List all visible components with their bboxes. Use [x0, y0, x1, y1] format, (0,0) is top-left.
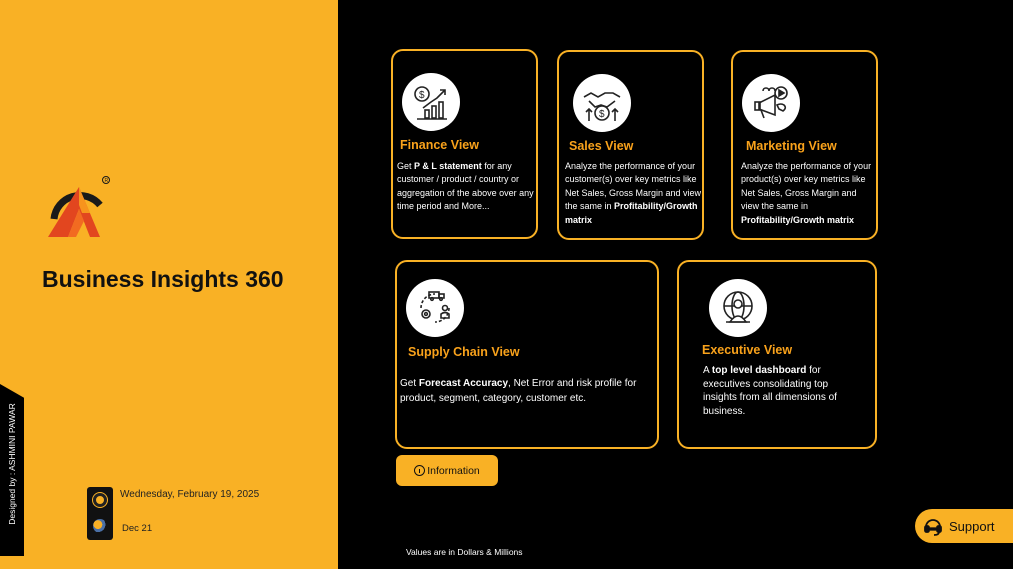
data-period-icon [93, 519, 107, 533]
sales-view-title: Sales View [569, 139, 634, 153]
data-period: Dec 21 [122, 523, 153, 534]
values-note: Values are in Dollars & Millions [406, 547, 523, 557]
refresh-panel [87, 487, 113, 540]
atliq-logo-icon: R [48, 176, 110, 237]
supply-chain-icon [406, 279, 464, 337]
executive-view-card[interactable]: Executive View A top level dashboard for… [677, 260, 877, 449]
supply-chain-view-description: Get Forecast Accuracy, Net Error and ris… [400, 378, 637, 404]
info-icon [414, 465, 426, 476]
executive-view-title: Executive View [702, 343, 793, 357]
finance-view-description: Get P & L statement for any customer / p… [397, 161, 534, 212]
svg-text:$: $ [599, 109, 605, 120]
headset-icon [924, 519, 942, 536]
executive-view-description: A top level dashboard for executives con… [703, 365, 837, 417]
finance-view-title: Finance View [400, 138, 479, 152]
support-button-label: Support [949, 518, 995, 534]
left-panel: R Business Insights 360 Designed by : AS… [0, 0, 338, 569]
page-title: Business Insights 360 [42, 266, 284, 292]
supply-chain-view-title: Supply Chain View [408, 345, 520, 359]
information-button[interactable]: Information [396, 455, 498, 486]
designer-credit: Designed by : ASHMINI PAWAR [7, 403, 17, 525]
svg-text:$: $ [419, 90, 425, 101]
marketing-view-description: Analyze the performance of your product(… [741, 161, 872, 225]
sales-view-description: Analyze the performance of your customer… [565, 161, 702, 225]
support-button[interactable]: Support [915, 509, 1013, 543]
marketing-view-title: Marketing View [746, 139, 837, 153]
supply-chain-view-card[interactable]: Supply Chain View Get Forecast Accuracy,… [395, 260, 659, 449]
handshake-dollar-icon: $ [573, 74, 631, 132]
finance-chart-icon: $ [402, 73, 460, 131]
information-button-label: Information [427, 464, 480, 477]
sales-view-card[interactable]: $ Sales View Analyze the performance of … [557, 50, 704, 240]
refresh-date: Wednesday, February 19, 2025 [120, 489, 260, 500]
refresh-date-icon [93, 493, 107, 507]
executive-globe-icon [709, 279, 767, 337]
finance-view-card[interactable]: $ Finance View Get P & L statement for a… [391, 49, 538, 239]
megaphone-icon [742, 74, 800, 132]
svg-text:R: R [105, 178, 109, 184]
marketing-view-card[interactable]: Marketing View Analyze the performance o… [731, 50, 878, 240]
